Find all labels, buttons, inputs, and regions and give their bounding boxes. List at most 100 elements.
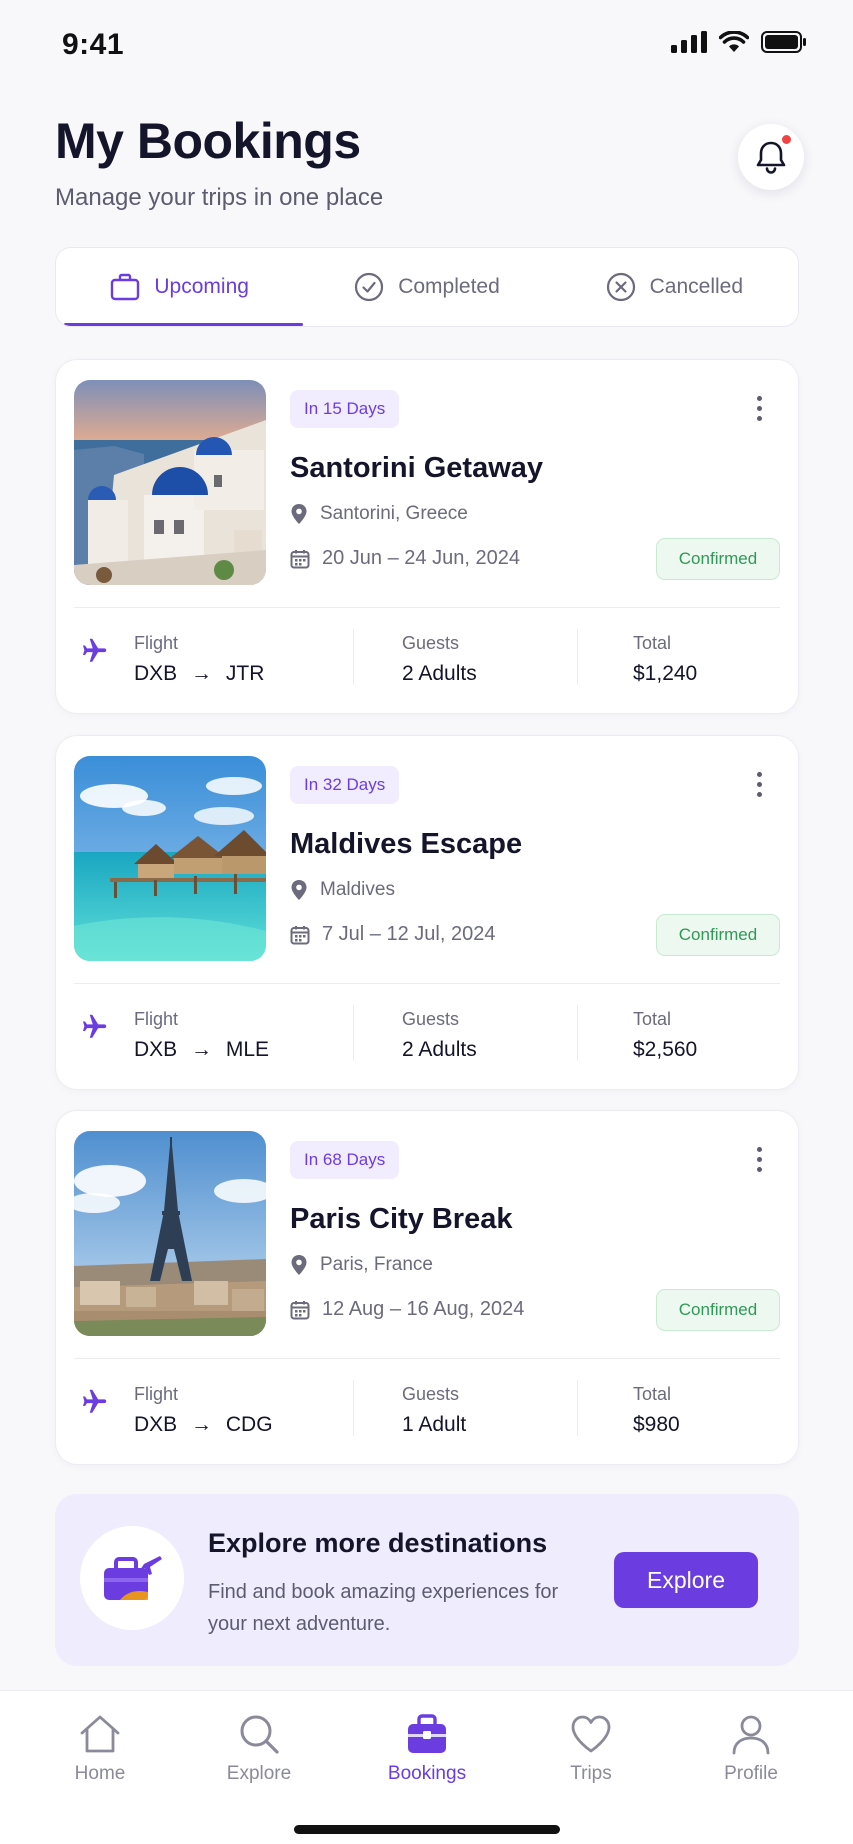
x-circle-icon — [606, 272, 635, 302]
promo-title: Explore more destinations — [208, 1528, 548, 1558]
wifi-icon — [719, 31, 749, 52]
guests-value: 2 Adults — [402, 1038, 477, 1061]
search-icon — [240, 1715, 279, 1754]
flight-from: DXB — [134, 662, 178, 685]
tab-cancelled[interactable]: Cancelled — [551, 248, 798, 326]
page-title: My Bookings — [55, 113, 361, 169]
booking-details: Flight DXB → MLE Guests 2 Adults Total $… — [74, 983, 780, 1091]
column-divider — [353, 629, 354, 685]
status-badge: Confirmed — [656, 914, 780, 956]
more-options-button[interactable] — [746, 390, 772, 426]
flight-to: MLE — [225, 1038, 270, 1061]
nav-item-trips[interactable]: Trips — [531, 1713, 651, 1785]
flight-to: JTR — [225, 662, 265, 685]
total-value: $1,240 — [633, 662, 698, 685]
status-icons — [671, 31, 807, 53]
nav-item-bookings[interactable]: Bookings — [367, 1713, 487, 1785]
flight-label: Flight — [134, 1009, 179, 1029]
plane-icon — [83, 638, 107, 662]
booking-dates: 7 Jul – 12 Jul, 2024 — [290, 923, 495, 946]
notification-dot — [780, 133, 793, 146]
explore-button[interactable]: Explore — [614, 1552, 758, 1608]
booking-details: Flight DXB → JTR Guests 2 Adults Total $… — [74, 607, 780, 715]
column-divider — [353, 1005, 354, 1061]
flight-route: DXB → MLE — [134, 1038, 269, 1062]
booking-location-text: Santorini, Greece — [320, 503, 468, 524]
plane-icon — [83, 1014, 107, 1038]
booking-card-paris[interactable]: In 68 Days Paris City Break Paris, Franc… — [55, 1110, 799, 1465]
total-label: Total — [633, 633, 672, 653]
booking-title: Maldives Escape — [290, 828, 523, 860]
column-divider — [577, 1005, 578, 1061]
briefcase-icon — [111, 273, 140, 301]
total-label: Total — [633, 1009, 672, 1029]
column-divider — [577, 1380, 578, 1436]
home-icon — [80, 1715, 120, 1753]
tab-completed-label: Completed — [398, 275, 500, 298]
explore-promo-banner: Explore more destinations Find and book … — [55, 1494, 799, 1666]
flight-label: Flight — [134, 1384, 179, 1404]
check-circle-icon — [355, 272, 384, 302]
column-divider — [577, 629, 578, 685]
flight-label: Flight — [134, 633, 179, 653]
tab-cancelled-label: Cancelled — [649, 275, 744, 298]
flight-to: CDG — [225, 1413, 273, 1436]
guests-label: Guests — [402, 633, 460, 653]
booking-card-santorini[interactable]: In 15 Days Santorini Getaway Santorini, … — [55, 359, 799, 714]
notification-button[interactable] — [738, 124, 804, 190]
total-label: Total — [633, 1384, 672, 1404]
paris-photo — [74, 1131, 266, 1336]
booking-dates-text: 7 Jul – 12 Jul, 2024 — [322, 923, 496, 945]
nav-label-bookings: Bookings — [387, 1763, 467, 1784]
days-until-badge: In 32 Days — [290, 766, 400, 804]
booking-title: Santorini Getaway — [290, 452, 544, 484]
briefcase-icon — [408, 1714, 446, 1753]
booking-location: Maldives — [290, 879, 395, 901]
arrow-right-icon: → — [191, 1413, 213, 1436]
flight-from: DXB — [134, 1038, 178, 1061]
booking-dates-text: 20 Jun – 24 Jun, 2024 — [322, 547, 520, 569]
promo-description: Find and book amazing experiences for yo… — [208, 1581, 559, 1635]
booking-dates: 12 Aug – 16 Aug, 2024 — [290, 1298, 524, 1321]
tab-upcoming[interactable]: Upcoming — [56, 248, 304, 326]
booking-location: Santorini, Greece — [290, 503, 468, 525]
location-pin-icon — [291, 1255, 307, 1275]
guests-label: Guests — [402, 1384, 460, 1404]
booking-details: Flight DXB → CDG Guests 1 Adult Total $9… — [74, 1358, 780, 1466]
flight-from: DXB — [134, 1413, 178, 1436]
nav-label-trips: Trips — [570, 1763, 612, 1784]
nav-item-home[interactable]: Home — [40, 1713, 160, 1785]
location-pin-icon — [291, 504, 307, 524]
arrow-right-icon: → — [191, 1038, 213, 1061]
total-value: $2,560 — [633, 1038, 698, 1061]
bottom-navigation: Home Explore Bookings Trips Profile — [0, 1690, 853, 1844]
status-time: 9:41 — [62, 28, 125, 61]
location-pin-icon — [291, 880, 307, 900]
calendar-icon — [290, 1300, 310, 1319]
guests-label: Guests — [402, 1009, 460, 1029]
more-options-button[interactable] — [746, 1141, 772, 1177]
nav-label-profile: Profile — [724, 1763, 778, 1784]
nav-item-profile[interactable]: Profile — [691, 1713, 811, 1785]
booking-dates-text: 12 Aug – 16 Aug, 2024 — [322, 1298, 525, 1320]
booking-card-maldives[interactable]: In 32 Days Maldives Escape Maldives 7 Ju… — [55, 735, 799, 1090]
user-icon — [732, 1715, 770, 1755]
santorini-photo — [74, 380, 266, 585]
heart-icon — [571, 1715, 611, 1753]
battery-icon — [761, 31, 806, 53]
flight-route: DXB → CDG — [134, 1413, 273, 1437]
booking-title: Paris City Break — [290, 1203, 513, 1235]
more-options-button[interactable] — [746, 766, 772, 802]
maldives-photo — [74, 756, 266, 961]
nav-item-explore[interactable]: Explore — [199, 1713, 319, 1785]
calendar-icon — [290, 549, 310, 568]
column-divider — [353, 1380, 354, 1436]
booking-location: Paris, France — [290, 1254, 433, 1276]
total-value: $980 — [633, 1413, 680, 1436]
status-badge: Confirmed — [656, 538, 780, 580]
status-bar: 9:41 — [0, 0, 853, 90]
plane-icon — [83, 1389, 107, 1413]
tab-completed[interactable]: Completed — [303, 248, 550, 326]
travel-suitcase-icon — [80, 1526, 184, 1630]
flight-route: DXB → JTR — [134, 662, 264, 686]
